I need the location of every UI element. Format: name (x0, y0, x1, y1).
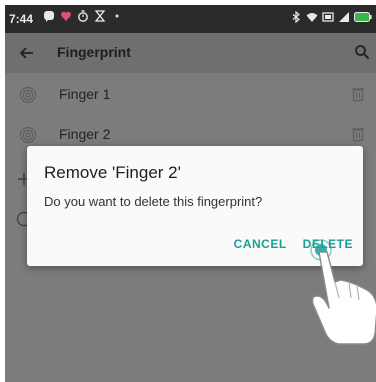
fingerprint-label: Finger 1 (59, 86, 111, 102)
search-icon[interactable] (354, 44, 370, 60)
dialog-title: Remove 'Finger 2' (44, 163, 181, 182)
wifi-icon (306, 13, 318, 22)
notification-icon (44, 11, 54, 22)
app-bar: Fingerprint (5, 33, 376, 73)
list-item[interactable]: Finger 1 (5, 75, 376, 115)
hourglass-icon (94, 10, 106, 22)
bluetooth-icon (292, 11, 300, 23)
status-time: 7:44 (9, 12, 34, 26)
dialog-message: Do you want to delete this fingerprint? (44, 194, 263, 209)
trash-icon[interactable] (350, 86, 366, 102)
battery-icon (354, 12, 372, 22)
cancel-button[interactable]: CANCEL (234, 235, 287, 253)
battery-saver-icon (322, 12, 334, 22)
trash-icon[interactable] (350, 126, 366, 142)
timer-icon (78, 10, 88, 22)
dot-icon (115, 14, 119, 18)
heart-icon (61, 11, 71, 21)
phone-screen: 7:44 Fingerprint Finger 1 Finger 2 Remov… (5, 5, 376, 382)
arrow-left-icon[interactable] (17, 43, 37, 63)
status-bar: 7:44 (5, 5, 376, 33)
fingerprint-label: Finger 2 (59, 126, 111, 142)
signal-icon (339, 12, 349, 22)
fingerprint-icon (19, 86, 37, 104)
status-right-icons (290, 11, 372, 23)
tapping-hand-icon (310, 239, 376, 345)
page-title: Fingerprint (57, 44, 131, 60)
fingerprint-icon (19, 126, 37, 144)
status-left-icons (43, 10, 123, 22)
